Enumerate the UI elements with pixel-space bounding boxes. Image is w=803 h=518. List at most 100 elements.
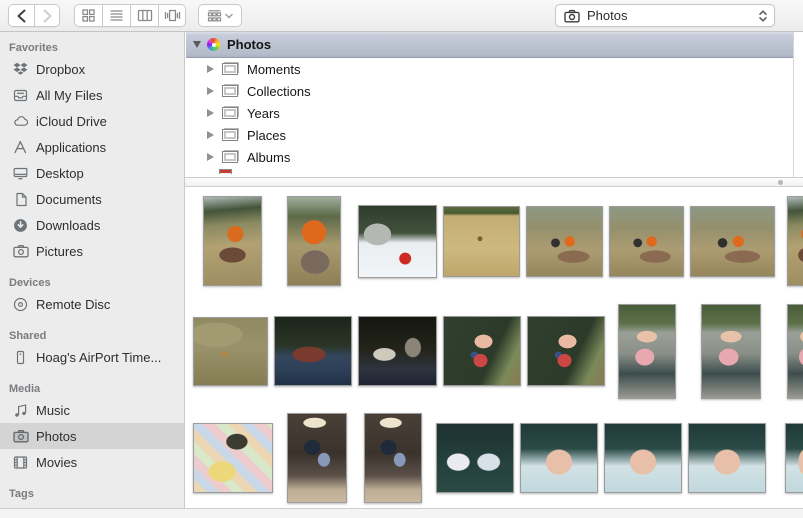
- photo-two-babies-lying[interactable]: [436, 422, 514, 493]
- back-button[interactable]: [8, 4, 34, 27]
- disc-icon: [12, 297, 29, 312]
- coverflow-view-button[interactable]: [158, 4, 186, 27]
- sidebar-item-pictures[interactable]: Pictures: [0, 238, 184, 264]
- sidebar-item-music[interactable]: Music: [0, 397, 184, 423]
- sidebar-item-label: iCloud Drive: [36, 113, 107, 129]
- downloads-icon: [12, 218, 29, 233]
- disclosure-right-icon[interactable]: [207, 65, 214, 73]
- photo-clipped-photo[interactable]: [787, 303, 803, 399]
- sidebar-item-label: Photos: [36, 428, 77, 444]
- forward-button[interactable]: [34, 4, 60, 27]
- sidebar-item-label: Remote Disc: [36, 296, 111, 312]
- tree-row-label: Years: [247, 105, 280, 121]
- photo-clipped-photo[interactable]: [787, 196, 803, 286]
- tree-row-moments[interactable]: Moments: [186, 58, 793, 80]
- finder-window: Photos Favorites Dropbox All My Files iC…: [0, 0, 803, 518]
- photo-cowboy-hat-toddler-2[interactable]: [364, 412, 422, 503]
- disclosure-right-icon[interactable]: [207, 87, 214, 95]
- column-view-button[interactable]: [130, 4, 158, 27]
- photo-hunter-elk-closeup[interactable]: [287, 196, 341, 286]
- sidebar-item-downloads[interactable]: Downloads: [0, 212, 184, 238]
- sidebar-item-desktop[interactable]: Desktop: [0, 160, 184, 186]
- bottom-status-bar: [0, 508, 803, 518]
- photos-app-icon: [207, 38, 220, 51]
- timecapsule-icon: [12, 350, 29, 365]
- sidebar-item-dropbox[interactable]: Dropbox: [0, 56, 184, 82]
- sidebar-item-label: Desktop: [36, 165, 84, 181]
- sidebar-item-icloud-drive[interactable]: iCloud Drive: [0, 108, 184, 134]
- sidebar-item-label: All My Files: [36, 87, 103, 103]
- photo-cowboy-hat-toddler-1[interactable]: [287, 412, 347, 503]
- nav-buttons: [8, 4, 60, 27]
- photo-stack-icon: [222, 151, 238, 163]
- photo-hunter-elk-portrait[interactable]: [203, 196, 262, 286]
- sidebar-item-photos[interactable]: Photos: [0, 423, 184, 449]
- photo-clipped-photo[interactable]: [785, 422, 803, 493]
- disclosure-right-icon[interactable]: [207, 109, 214, 117]
- photo-row: [185, 407, 803, 508]
- chevron-right-icon: [42, 9, 53, 23]
- column-view-icon: [137, 8, 153, 23]
- sidebar-item-movies[interactable]: Movies: [0, 449, 184, 475]
- coverflow-view-icon: [164, 8, 181, 23]
- tree-row-label: Albums: [247, 149, 291, 165]
- photo-hunters-with-elk-3[interactable]: [690, 205, 775, 277]
- sidebar-item-label: Downloads: [36, 217, 101, 233]
- camera-icon: [12, 244, 29, 258]
- cloud-icon: [12, 114, 29, 128]
- photo-hunters-with-elk-1[interactable]: [526, 205, 603, 277]
- photo-deer-in-field[interactable]: [443, 205, 520, 277]
- photo-truck-bed-gear[interactable]: [358, 316, 437, 386]
- tree-row-places[interactable]: Places: [186, 124, 793, 146]
- sidebar-item-all-my-files[interactable]: All My Files: [0, 82, 184, 108]
- arrange-button[interactable]: [198, 4, 242, 27]
- photo-man-holding-baby-1[interactable]: [618, 303, 676, 399]
- library-popup-label: Photos: [587, 8, 628, 23]
- music-icon: [12, 403, 29, 418]
- icon-view-button[interactable]: [74, 4, 102, 27]
- film-icon: [12, 455, 29, 470]
- photo-antelope-field[interactable]: [193, 316, 268, 386]
- photo-baby-in-towel-2[interactable]: [604, 422, 682, 493]
- tree-row-years[interactable]: Years: [186, 102, 793, 124]
- sidebar-item-airport-time-capsule[interactable]: Hoag's AirPort Time...: [0, 344, 184, 370]
- photo-dad-and-baby-quilt[interactable]: [193, 422, 273, 493]
- pane-splitter[interactable]: [185, 177, 803, 187]
- photo-baby-in-towel-1[interactable]: [520, 422, 598, 493]
- tree-row-collections[interactable]: Collections: [186, 80, 793, 102]
- popup-chevrons-icon: [758, 9, 768, 23]
- tree-row-label: Collections: [247, 83, 311, 99]
- list-view-button[interactable]: [102, 4, 130, 27]
- desktop-icon: [12, 166, 29, 180]
- disclosure-right-icon[interactable]: [207, 153, 214, 161]
- tree-row-clipped[interactable]: [186, 168, 793, 174]
- sidebar-item-applications[interactable]: Applications: [0, 134, 184, 160]
- photo-baby-flag-outfit-2[interactable]: [527, 316, 605, 386]
- photo-hunters-with-elk-2[interactable]: [609, 205, 684, 277]
- photo-man-holding-baby-2[interactable]: [701, 303, 761, 399]
- list-view-icon: [109, 8, 124, 23]
- sidebar-item-documents[interactable]: Documents: [0, 186, 184, 212]
- chevron-left-icon: [16, 9, 27, 23]
- photo-baby-flag-outfit-1[interactable]: [443, 316, 521, 386]
- photo-truck-snow-sled[interactable]: [358, 204, 437, 278]
- all-my-files-icon: [12, 88, 29, 103]
- grid-view-icon: [81, 8, 96, 23]
- section-title-shared: Shared: [9, 330, 47, 342]
- sidebar-item-remote-disc[interactable]: Remote Disc: [0, 291, 184, 317]
- library-popup[interactable]: Photos: [555, 4, 775, 27]
- section-title-favorites: Favorites: [9, 42, 58, 54]
- photo-row: [185, 187, 803, 295]
- photo-truck-with-deer[interactable]: [274, 316, 352, 386]
- photo-baby-in-towel-3[interactable]: [688, 422, 766, 493]
- photo-stack-icon: [222, 129, 238, 141]
- disclosure-down-icon[interactable]: [193, 41, 201, 48]
- photo-stack-icon: [222, 85, 238, 97]
- disclosure-right-icon[interactable]: [207, 131, 214, 139]
- section-title-devices: Devices: [9, 277, 51, 289]
- splitter-handle-icon[interactable]: [778, 180, 783, 185]
- tree-row-albums[interactable]: Albums: [186, 146, 793, 168]
- tree-header-photos[interactable]: Photos: [186, 32, 793, 58]
- sidebar-item-label: Music: [36, 402, 70, 418]
- photo-stack-icon: [222, 63, 238, 75]
